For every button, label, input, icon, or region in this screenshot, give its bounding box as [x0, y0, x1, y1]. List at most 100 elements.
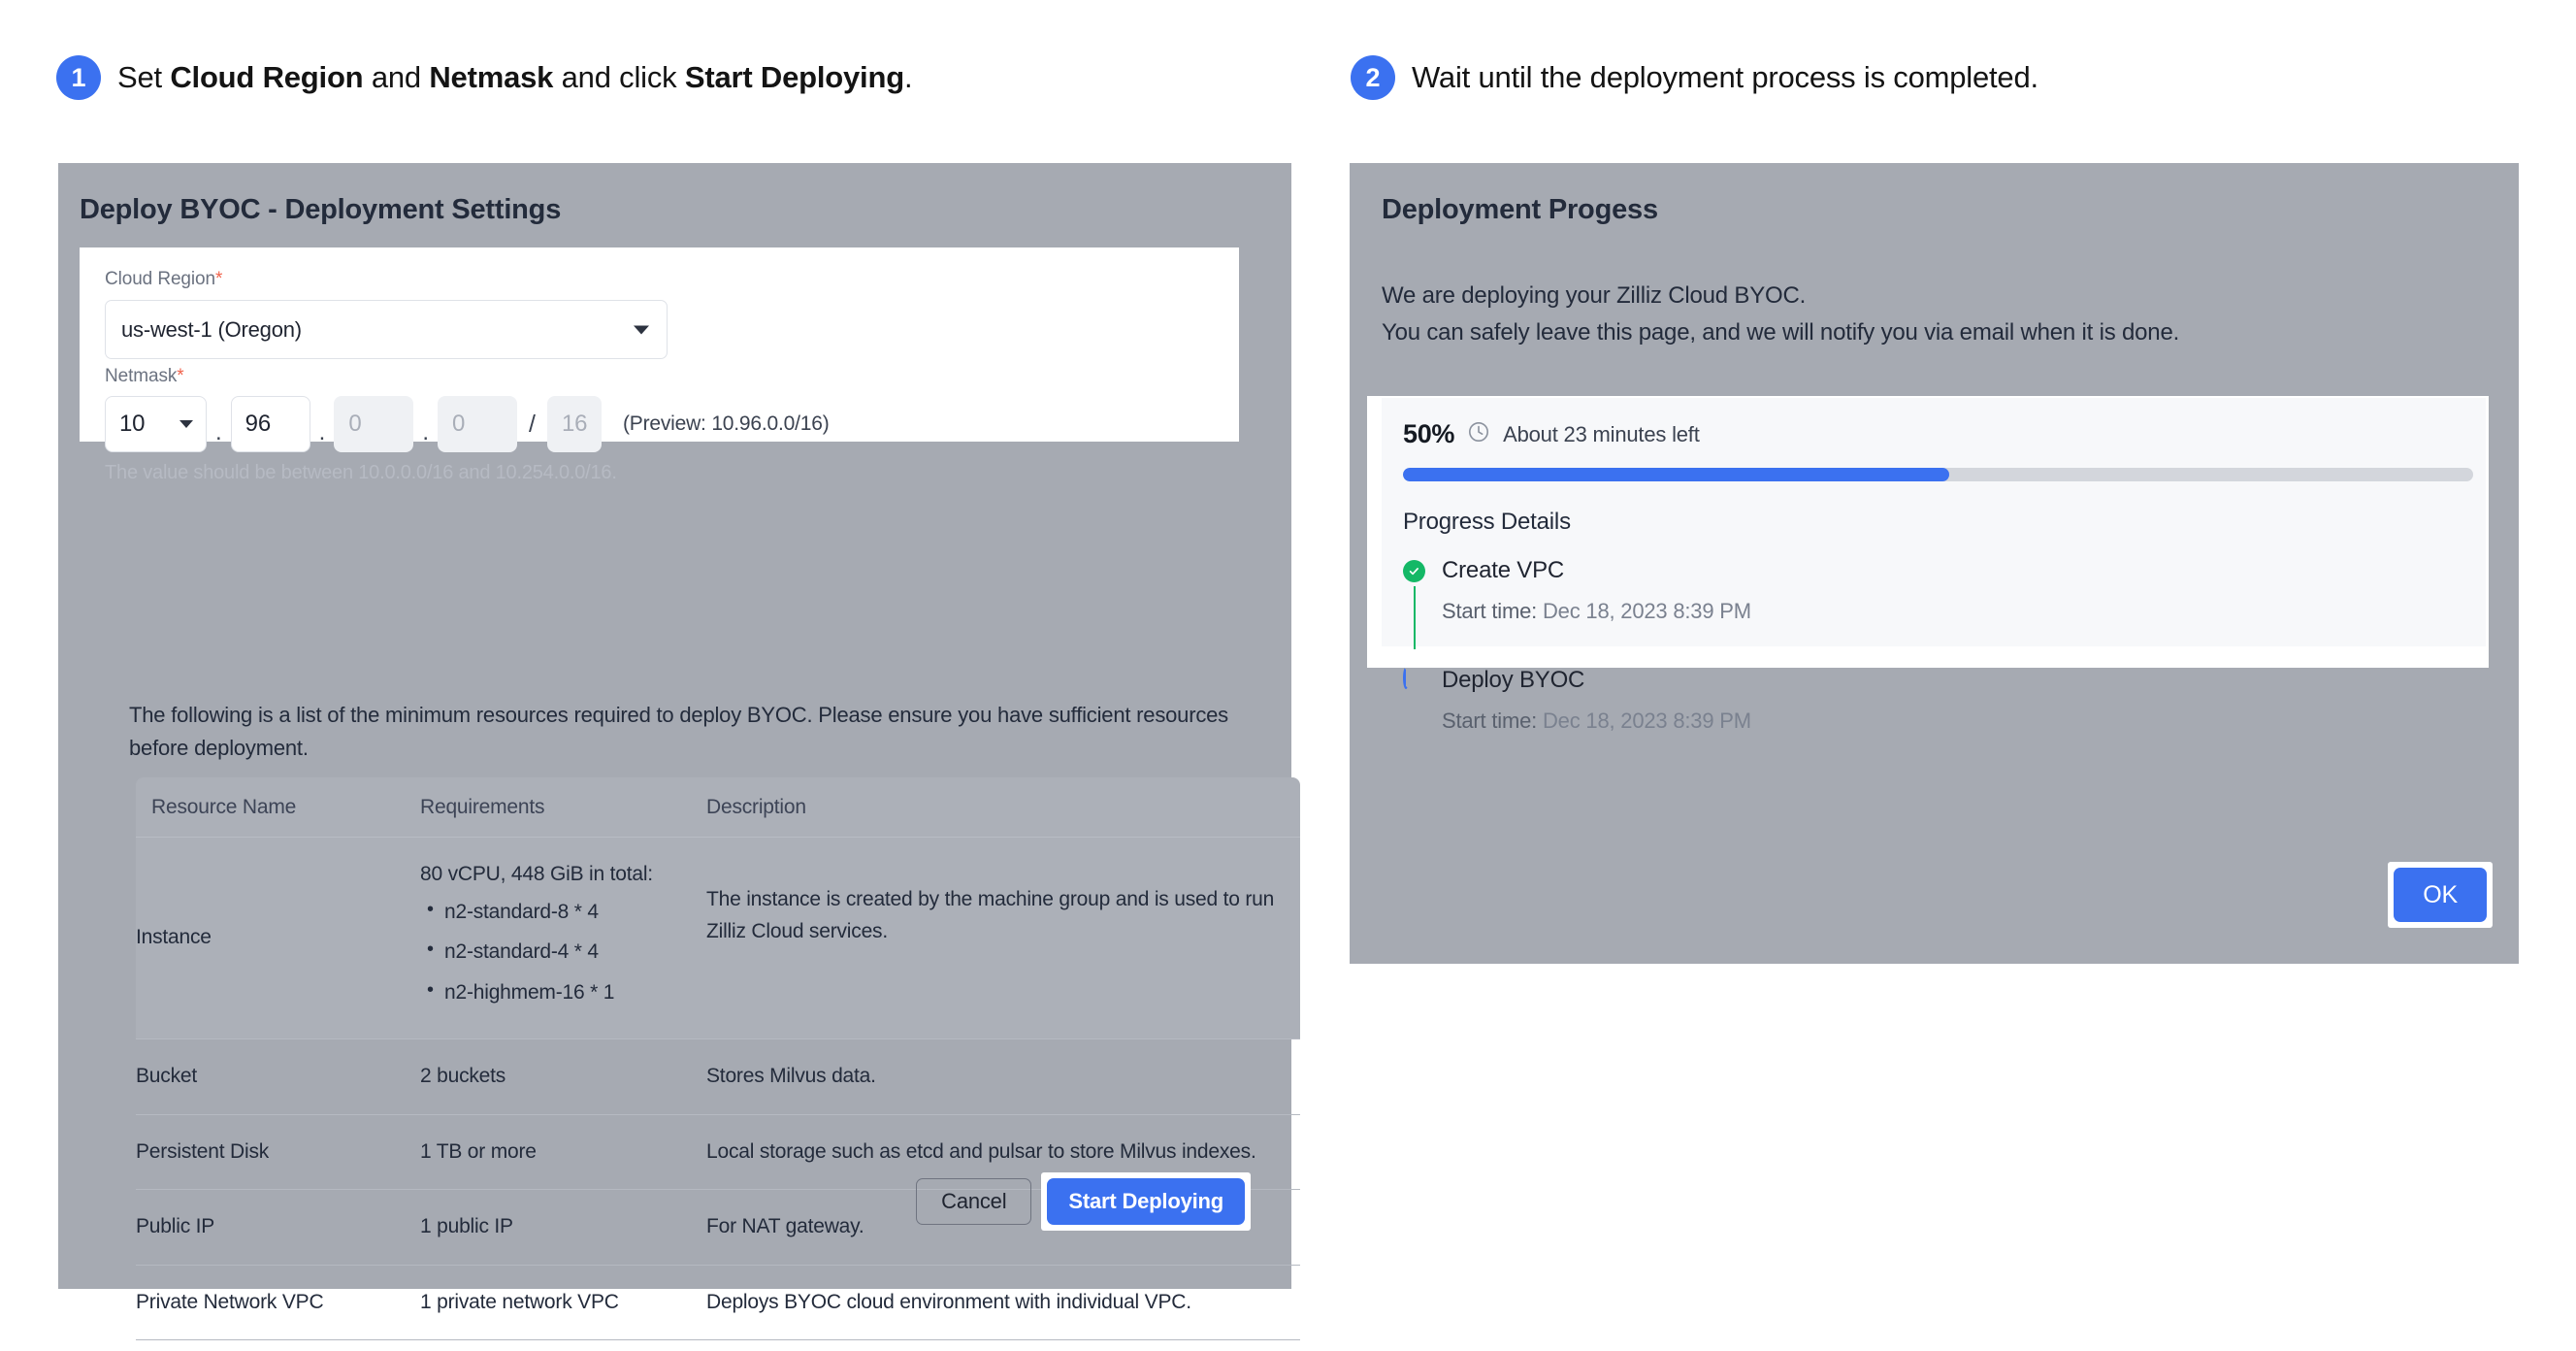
netmask-octet-2-input[interactable]: 96 [230, 396, 310, 452]
column-header-resource-name: Resource Name [151, 795, 297, 818]
resources-intro-text: The following is a list of the minimum r… [129, 703, 1228, 761]
step-1-prefix: Set [117, 60, 171, 94]
table-row: Network Channel Private Link 2 network c… [136, 1340, 1300, 1351]
cell-resource-name: Instance [136, 926, 212, 949]
progress-steps-gap [1403, 624, 2457, 667]
clock-icon [1467, 420, 1490, 448]
cell-resource-name: Bucket [136, 1065, 197, 1088]
progress-bar-fill [1403, 468, 1949, 481]
netmask-hint: The value should be between 10.0.0.0/16 … [105, 462, 617, 483]
deploy-byoc-dialog: Deploy BYOC - Deployment Settings Cloud … [58, 163, 1300, 1341]
step-2-text: Wait until the deployment process is com… [1412, 60, 2038, 94]
table-header-row: Resource Name Requirements Description [136, 777, 1300, 838]
netmask-preview: (Preview: 10.96.0.0/16) [622, 412, 830, 435]
cell-requirements: 80 vCPU, 448 GiB in total: n2-standard-8… [420, 838, 706, 1038]
deployment-settings-form: Cloud Region* us-west-1 (Oregon) Netmask… [80, 247, 1239, 483]
step-1-mid2: and click [553, 60, 685, 94]
netmask-octet-4-input: 0 [438, 396, 518, 452]
step-1-header: 1 Set Cloud Region and Netmask and click… [56, 55, 913, 100]
cell-resource-name: Public IP [136, 1215, 215, 1238]
cell-requirements: 2 network channel private links [420, 1340, 706, 1351]
cloud-region-label: Cloud Region* [105, 269, 668, 290]
progress-step-name: Deploy BYOC [1442, 667, 1585, 693]
step-1-badge: 1 [56, 55, 101, 100]
step-1-bold-start-deploying: Start Deploying [684, 60, 904, 94]
dialog-footer-actions: Cancel Start Deploying [916, 1172, 1251, 1231]
cell-requirements: 2 buckets [420, 1065, 506, 1088]
cell-resource-name: Persistent Disk [136, 1139, 270, 1163]
progress-step-create-vpc: Create VPC Start time: Dec 18, 2023 8:39… [1403, 557, 2457, 649]
progress-step-time-value: Dec 18, 2023 8:39 PM [1542, 708, 1751, 733]
progress-steps-list: Create VPC Start time: Dec 18, 2023 8:39… [1403, 557, 2457, 734]
step-1-text: Set Cloud Region and Netmask and click S… [117, 60, 913, 95]
netmask-required-asterisk: * [177, 366, 184, 386]
step-2-badge: 2 [1351, 55, 1395, 100]
progress-step-deploy-byoc: Deploy BYOC Start time: Dec 18, 2023 8:3… [1403, 667, 2457, 734]
step-1-suffix: . [903, 60, 913, 94]
cloud-region-field: Cloud Region* us-west-1 (Oregon) [105, 269, 668, 359]
cloud-region-select[interactable]: us-west-1 (Oregon) [105, 300, 668, 359]
step-connector-line [1414, 586, 1416, 649]
step-1-mid: and [363, 60, 430, 94]
progress-step-time: Start time: Dec 18, 2023 8:39 PM [1442, 599, 2457, 624]
progress-eta-label: About 23 minutes left [1503, 421, 1700, 446]
deploy-dialog-title: Deploy BYOC - Deployment Settings [80, 194, 562, 225]
progress-dialog-title: Deployment Progess [1382, 194, 1658, 225]
netmask-prefix-value: 16 [561, 411, 588, 437]
netmask-label-text: Netmask [105, 366, 178, 386]
cancel-button[interactable]: Cancel [916, 1178, 1032, 1225]
progress-step-time-label: Start time: [1442, 599, 1538, 623]
chevron-down-icon [179, 420, 193, 428]
progress-step-time-value: Dec 18, 2023 8:39 PM [1542, 599, 1751, 623]
column-header-description: Description [706, 795, 806, 818]
start-deploying-focus-ring: Start Deploying [1041, 1172, 1251, 1231]
check-circle-icon [1403, 560, 1425, 582]
progress-step-time-label: Start time: [1442, 708, 1538, 733]
list-item: n2-standard-4 * 4 [420, 935, 706, 969]
netmask-octet-1-select[interactable]: 10 [105, 396, 207, 452]
step-1-bold-cloud-region: Cloud Region [170, 60, 364, 94]
netmask-dot-1: . [215, 419, 222, 445]
step-2-header: 2 Wait until the deployment process is c… [1351, 55, 2038, 100]
netmask-octet-2-value: 96 [245, 411, 271, 437]
cell-description: The instance is created by the machine g… [706, 888, 1275, 942]
netmask-slash: / [529, 410, 536, 438]
netmask-octet-4-value: 0 [452, 411, 466, 437]
start-deploying-button[interactable]: Start Deploying [1047, 1178, 1245, 1225]
progress-step-name: Create VPC [1442, 557, 1565, 583]
minimum-resources-table: Resource Name Requirements Description I… [136, 777, 1300, 1351]
netmask-octet-3-input: 0 [334, 396, 414, 452]
netmask-label: Netmask* [105, 366, 830, 387]
cell-requirements: 1 private network VPC [420, 1290, 619, 1313]
progress-summary: 50% About 23 minutes left [1403, 419, 2457, 449]
netmask-dot-2: . [318, 419, 326, 445]
step-1-bold-netmask: Netmask [429, 60, 554, 94]
progress-card: 50% About 23 minutes left Progress Detai… [1367, 396, 2489, 733]
table-row: Bucket 2 buckets Stores Milvus data. [136, 1039, 1300, 1115]
netmask-inputs: 10 . 96 . 0 . 0 / 16 (Preview: 10.96.0.0… [105, 396, 830, 452]
cell-description: Stores Milvus data. [706, 1065, 876, 1088]
list-item: n2-standard-8 * 4 [420, 895, 706, 929]
netmask-prefix-input: 16 [546, 396, 602, 452]
ok-button[interactable]: OK [2394, 868, 2487, 922]
netmask-octet-1-value: 10 [119, 411, 146, 437]
page-root: 1 Set Cloud Region and Netmask and click… [0, 0, 2576, 1351]
requirements-heading: 80 vCPU, 448 GiB in total: [420, 863, 653, 885]
column-header-requirements: Requirements [420, 795, 545, 818]
cloud-region-selected-value: us-west-1 (Oregon) [121, 316, 302, 342]
cell-requirements: 1 public IP [420, 1215, 513, 1238]
progress-bar-track [1403, 468, 2473, 481]
netmask-field: Netmask* 10 . 96 . 0 . 0 / 16 (Preview: … [105, 366, 830, 484]
table-row: Instance 80 vCPU, 448 GiB in total: n2-s… [136, 838, 1300, 1040]
cloud-region-required-asterisk: * [214, 269, 223, 289]
progress-description-line-1: We are deploying your Zilliz Cloud BYOC. [1382, 282, 1807, 309]
requirements-bullet-list: n2-standard-8 * 4 n2-standard-4 * 4 n2-h… [420, 895, 706, 1009]
table-row: Private Network VPC 1 private network VP… [136, 1266, 1300, 1341]
list-item: n2-highmem-16 * 1 [420, 975, 706, 1009]
cell-resource-name: Network Channel Private Link [136, 1340, 420, 1351]
cell-resource-name: Private Network VPC [136, 1290, 324, 1313]
cloud-region-label-text: Cloud Region [105, 269, 215, 289]
progress-percent-label: 50% [1403, 419, 1455, 448]
spinner-icon [1403, 667, 1409, 689]
ok-button-focus-ring: OK [2388, 862, 2493, 928]
